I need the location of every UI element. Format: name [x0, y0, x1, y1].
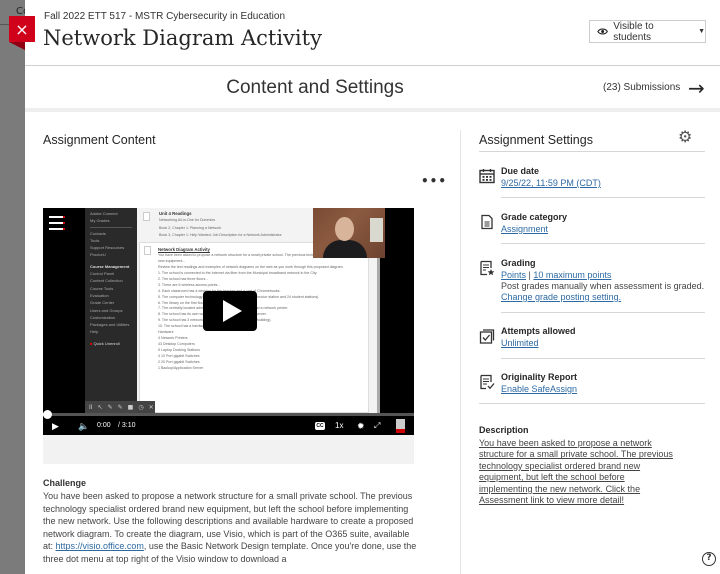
document-icon [143, 212, 150, 221]
video-progress-bar[interactable] [43, 413, 414, 416]
enable-safeassign-link[interactable]: Enable SafeAssign [501, 384, 577, 394]
more-options-icon[interactable]: ••• [421, 174, 447, 188]
fullscreen-icon[interactable]: ⤢ [374, 420, 380, 432]
page-title: Network Diagram Activity [43, 26, 322, 50]
panel-header: Fall 2022 ETT 517 - MSTR Cybersecurity i… [25, 0, 720, 66]
video-player[interactable]: Adobe Connect My Grades Contacts Tools Suppo… [43, 208, 414, 435]
closed-captions-icon[interactable]: CC [315, 422, 325, 430]
video-lms-mgmt-item: Course Tools [90, 285, 114, 291]
webcam-overlay [313, 208, 385, 258]
gear-icon[interactable]: ⚙ [678, 127, 692, 146]
checkbox-stack-icon [479, 329, 495, 344]
originality-report-icon [480, 374, 495, 390]
kaltura-logo-icon [396, 419, 405, 433]
video-lms-nav-item: Tools [90, 237, 100, 243]
video-lms-activity-line: 1 Backup/Application Server [158, 365, 204, 370]
assignment-content-section: Assignment Content ••• Adobe Connect My G… [25, 116, 460, 574]
recording-toolbar: II ↖ ✎ ✎ ■ ◷ ✕ [85, 401, 155, 413]
video-lms-mgmt-item: Content Collection [90, 278, 123, 284]
challenge-text: You have been asked to propose a network… [43, 491, 417, 564]
video-lms-nav-item: Contacts [90, 230, 106, 236]
help-icon[interactable]: ? [702, 552, 716, 566]
assignment-panel: Fall 2022 ETT 517 - MSTR Cybersecurity i… [25, 0, 720, 574]
eye-icon [597, 28, 608, 35]
video-lms-nav-item: Adobe Connect [90, 211, 118, 216]
subheader: Content and Settings (23) Submissions → [25, 67, 720, 112]
calendar-icon [479, 169, 495, 184]
close-panel-button[interactable]: × [9, 16, 35, 50]
description-link[interactable]: You have been asked to propose a network… [479, 438, 679, 506]
post-grades-text: Post grades manually when assessment is … [501, 281, 705, 291]
points-link[interactable]: Points [501, 270, 526, 280]
video-lms-nav-item: My Grades [90, 218, 110, 224]
assignment-content-title: Assignment Content [43, 133, 156, 147]
document-icon [144, 246, 151, 255]
description-label: Description [479, 425, 529, 435]
close-icon: × [15, 19, 29, 39]
max-points-link[interactable]: 10 maximum points [533, 270, 611, 280]
grading-label: Grading [501, 258, 536, 268]
column-divider [460, 130, 461, 574]
change-grade-posting-link[interactable]: Change grade posting setting. [501, 292, 621, 302]
visibility-dropdown[interactable]: Visible to students ▼ [589, 20, 706, 43]
video-settings-icon[interactable]: ✹ [357, 420, 365, 432]
grading-icon [480, 260, 495, 276]
video-lms-mgmt-item: Users and Groups [90, 307, 123, 313]
video-lms-nav-item: ProctorU [90, 252, 106, 258]
submissions-link[interactable]: (23) Submissions [603, 82, 680, 93]
video-lms-nav-item: Support Resources [90, 245, 125, 251]
video-footer [43, 435, 414, 464]
video-lms-mgmt-item: Customization [90, 314, 116, 320]
video-duration: / 3:10 [118, 422, 136, 429]
video-frame: Adobe Connect My Grades Contacts Tools Suppo… [43, 208, 414, 413]
play-icon[interactable]: ▶ [52, 420, 59, 432]
video-controls: ▶ 🔈 0:00 / 3:10 CC 1x ✹ ⤢ [43, 417, 414, 435]
play-overlay-button[interactable] [203, 291, 257, 331]
attempts-link[interactable]: Unlimited [501, 338, 539, 348]
video-lms-mgmt-item: Evaluation [90, 292, 109, 298]
chevron-down-icon: ▼ [698, 28, 705, 35]
current-time: 0:00 [97, 422, 111, 429]
due-date-label: Due date [501, 166, 540, 176]
video-lms-mgmt-item: Control Panel [90, 271, 115, 277]
playback-speed-button[interactable]: 1x [335, 420, 343, 432]
course-name: Fall 2022 ETT 517 - MSTR Cybersecurity i… [44, 11, 286, 22]
due-date-link[interactable]: 9/25/22, 11:59 PM (CDT) [501, 178, 601, 188]
grade-category-link[interactable]: Assignment [501, 224, 548, 234]
volume-icon[interactable]: 🔈 [78, 420, 89, 432]
attempts-label: Attempts allowed [501, 326, 576, 336]
hamburger-menu-icon [49, 216, 65, 234]
document-icon [481, 214, 493, 230]
visibility-label: Visible to students [613, 20, 654, 43]
assignment-settings-title: Assignment Settings [479, 133, 593, 147]
challenge-title: Challenge [43, 478, 87, 488]
video-lms-mgmt-item: Grade Center [90, 300, 115, 306]
originality-label: Originality Report [501, 372, 578, 382]
grade-category-label: Grade category [501, 212, 568, 222]
visio-link[interactable]: https://visio.office.com [56, 541, 144, 551]
video-lms-sidebar: Adobe Connect My Grades Contacts Tools Suppo… [85, 208, 137, 413]
content-settings-title: Content and Settings [226, 77, 404, 98]
arrow-right-icon[interactable]: → [688, 76, 705, 100]
video-lms-mgmt-item: Packages and Utilities [90, 322, 130, 328]
video-lms-mgmt-item: Help [90, 329, 99, 335]
